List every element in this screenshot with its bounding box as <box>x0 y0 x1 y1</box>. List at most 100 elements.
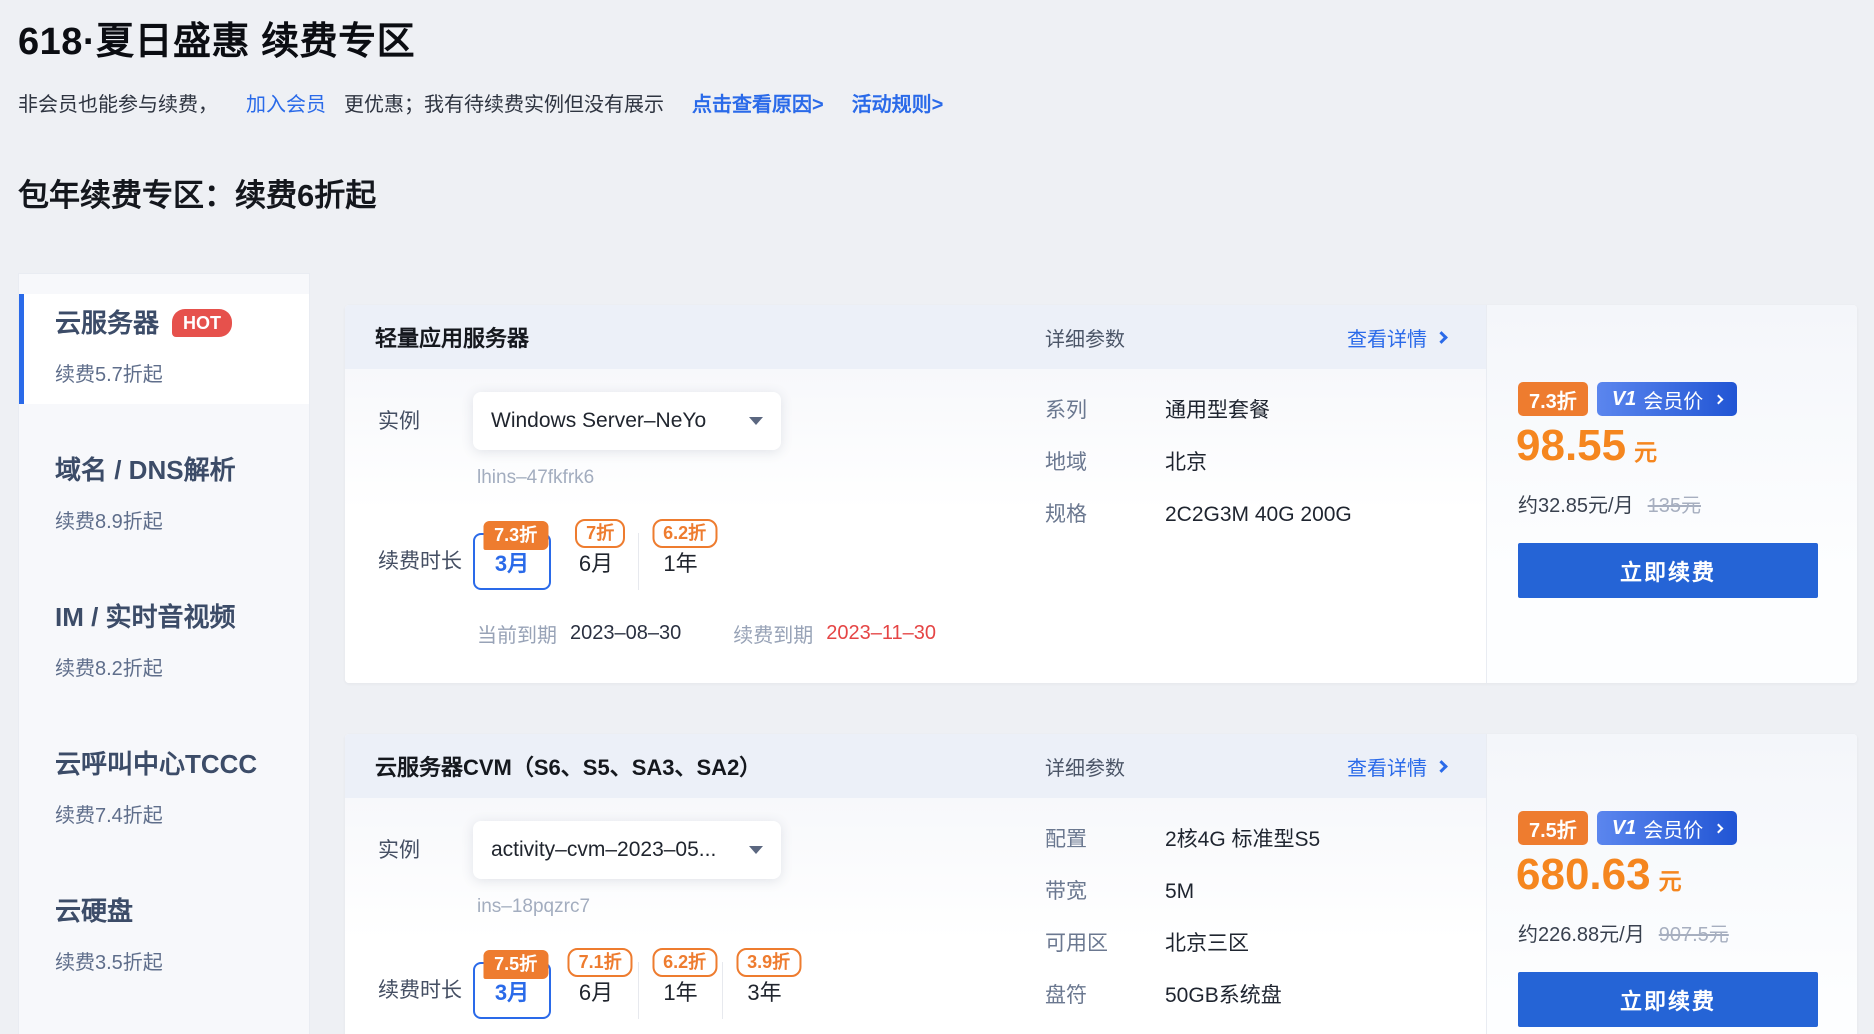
duration-option[interactable]: 6.2折1年 <box>638 533 722 590</box>
chevron-right-icon <box>1435 760 1448 773</box>
instance-select-value: Windows Server–NeYo <box>491 409 749 433</box>
spec-label: 系列 <box>1045 398 1165 424</box>
member-tier: V1 <box>1612 817 1636 840</box>
duration-option[interactable]: 3.9折3年 <box>722 962 806 1019</box>
sidebar-item-title-row: 云服务器 HOT <box>55 306 309 340</box>
card-body: 实例 Windows Server–NeYo lhins–47fkfrk6 续费… <box>345 369 1486 683</box>
join-member-link[interactable]: 加入会员 <box>246 88 326 117</box>
view-detail-text: 查看详情 <box>1347 752 1427 781</box>
discount-tag: 7折 <box>575 519 625 548</box>
hot-badge: HOT <box>172 309 232 337</box>
price-amount: 98.55 <box>1516 421 1626 471</box>
sidebar-item-subtitle: 续费8.2折起 <box>55 652 309 681</box>
instance-select[interactable]: Windows Server–NeYo <box>473 392 781 450</box>
discount-tag: 7.5折 <box>483 950 548 979</box>
spec-value: 5M <box>1165 879 1194 905</box>
spec-label: 配置 <box>1045 827 1165 853</box>
content-area: 云服务器 HOT 续费5.7折起域名 / DNS解析续费8.9折起 IM / 实时音视… <box>18 273 1874 1034</box>
card-title: 轻量应用服务器 <box>375 321 529 353</box>
price-sub: 约32.85元/月 135元 <box>1518 489 1701 518</box>
sidebar-item-subtitle: 续费7.4折起 <box>55 799 309 828</box>
spec-row: 带宽5M <box>1045 879 1320 931</box>
duration-option-label: 1年 <box>663 546 697 578</box>
spec-row: 盘符50GB系统盘 <box>1045 983 1320 1034</box>
duration-option-label: 3月 <box>495 975 529 1007</box>
spec-value: 2核4G 标准型S5 <box>1165 827 1320 853</box>
duration-option-label: 3年 <box>747 975 781 1007</box>
page-subtitle: 非会员也能参与续费， 加入会员 更优惠；我有待续费实例但没有展示 点击查看原因>… <box>18 88 943 117</box>
duration-option[interactable]: 7.1折6月 <box>554 962 638 1019</box>
monthly-price: 约226.88元/月 <box>1518 918 1645 947</box>
activity-rules-link[interactable]: 活动规则> <box>852 88 944 117</box>
dropdown-caret-icon <box>749 846 763 854</box>
sidebar-item-title-row: 域名 / DNS解析 <box>55 453 309 487</box>
spec-value: 通用型套餐 <box>1165 398 1270 424</box>
duration-options: 7.3折3月7折6月6.2折1年 <box>473 533 722 590</box>
sidebar-item[interactable]: IM / 实时音视频续费8.2折起 <box>19 588 309 698</box>
subtitle-text2: 更优惠；我有待续费实例但没有展示 <box>344 88 664 117</box>
sidebar-item[interactable]: 域名 / DNS解析续费8.9折起 <box>19 441 309 551</box>
renew-now-button[interactable]: 立即续费 <box>1518 972 1818 1027</box>
spec-label: 规格 <box>1045 502 1165 528</box>
spec-label: 盘符 <box>1045 983 1165 1009</box>
member-price-badge[interactable]: V1 会员价 <box>1597 811 1737 845</box>
sidebar-item-label: IM / 实时音视频 <box>55 600 236 634</box>
page-title: 618·夏日盛惠 续费专区 <box>18 10 415 65</box>
duration-option[interactable]: 7.3折3月 <box>473 533 551 590</box>
card-main: 云服务器CVM（S6、S5、SA3、SA2） 详细参数 查看详情 实例 acti… <box>345 734 1486 1034</box>
monthly-price: 约32.85元/月 <box>1518 489 1634 518</box>
duration-option[interactable]: 7折6月 <box>554 533 638 590</box>
discount-badge: 7.3折 <box>1518 382 1588 416</box>
duration-option[interactable]: 6.2折1年 <box>638 962 722 1019</box>
sidebar-item-subtitle: 续费3.5折起 <box>55 946 309 975</box>
renewal-promo-page: 618·夏日盛惠 续费专区 非会员也能参与续费， 加入会员 更优惠；我有待续费实… <box>0 0 1874 1034</box>
params-label: 详细参数 <box>1045 323 1125 352</box>
instance-select[interactable]: activity–cvm–2023–05... <box>473 821 781 879</box>
member-label: 会员价 <box>1643 385 1703 414</box>
price-panel: 7.3折 V1 会员价 98.55 元 约32.85元/月 135元 <box>1486 305 1857 683</box>
expiry-dates: 当前到期 2023–08–30 续费到期 2023–11–30 <box>477 619 936 648</box>
current-expiry-value: 2023–08–30 <box>570 622 681 645</box>
renew-expiry-value: 2023–11–30 <box>826 622 936 645</box>
member-label: 会员价 <box>1643 814 1703 843</box>
view-detail-link[interactable]: 查看详情 <box>1347 323 1446 352</box>
sidebar-item-title-row: 云硬盘 <box>55 894 309 928</box>
spec-row: 系列通用型套餐 <box>1045 398 1352 450</box>
member-price-badge[interactable]: V1 会员价 <box>1597 382 1737 416</box>
duration-option[interactable]: 7.5折3月 <box>473 962 551 1019</box>
sidebar-item-label: 云服务器 <box>55 306 159 340</box>
instance-label: 实例 <box>378 405 420 435</box>
price-badges: 7.3折 V1 会员价 <box>1518 382 1737 416</box>
renew-now-button[interactable]: 立即续费 <box>1518 543 1818 598</box>
spec-value: 北京三区 <box>1165 931 1249 957</box>
sidebar-item[interactable]: 云服务器 HOT 续费5.7折起 <box>19 294 309 404</box>
price-line: 98.55 元 <box>1516 421 1657 471</box>
spec-value: 50GB系统盘 <box>1165 983 1282 1009</box>
view-detail-link[interactable]: 查看详情 <box>1347 752 1446 781</box>
sidebar-item[interactable]: 云呼叫中心TCCC续费7.4折起 <box>19 735 309 845</box>
discount-tag: 7.1折 <box>568 948 633 977</box>
price-currency: 元 <box>1634 433 1657 467</box>
duration-option-label: 3月 <box>495 546 529 578</box>
sidebar-item-label: 云硬盘 <box>55 894 133 928</box>
renew-expiry-label: 续费到期 <box>733 619 813 648</box>
price-sub: 约226.88元/月 907.5元 <box>1518 918 1729 947</box>
duration-label: 续费时长 <box>378 545 462 575</box>
sidebar-item[interactable]: 云硬盘续费3.5折起 <box>19 882 309 992</box>
chevron-right-icon <box>1714 394 1724 404</box>
duration-option-label: 6月 <box>579 546 613 578</box>
spec-label: 带宽 <box>1045 879 1165 905</box>
spec-row: 可用区北京三区 <box>1045 931 1320 983</box>
discount-badge: 7.5折 <box>1518 811 1588 845</box>
instance-select-value: activity–cvm–2023–05... <box>491 838 749 862</box>
card-header: 轻量应用服务器 详细参数 查看详情 <box>345 305 1486 369</box>
subtitle-text: 非会员也能参与续费， <box>18 88 218 117</box>
chevron-right-icon <box>1435 331 1448 344</box>
original-price: 135元 <box>1648 489 1701 518</box>
price-badges: 7.5折 V1 会员价 <box>1518 811 1737 845</box>
category-sidebar: 云服务器 HOT 续费5.7折起域名 / DNS解析续费8.9折起 IM / 实时音视… <box>18 273 310 1034</box>
duration-options: 7.5折3月7.1折6月6.2折1年3.9折3年 <box>473 962 806 1019</box>
sidebar-item-subtitle: 续费5.7折起 <box>55 358 309 387</box>
view-reason-link[interactable]: 点击查看原因> <box>692 88 824 117</box>
discount-tag: 3.9折 <box>736 948 801 977</box>
